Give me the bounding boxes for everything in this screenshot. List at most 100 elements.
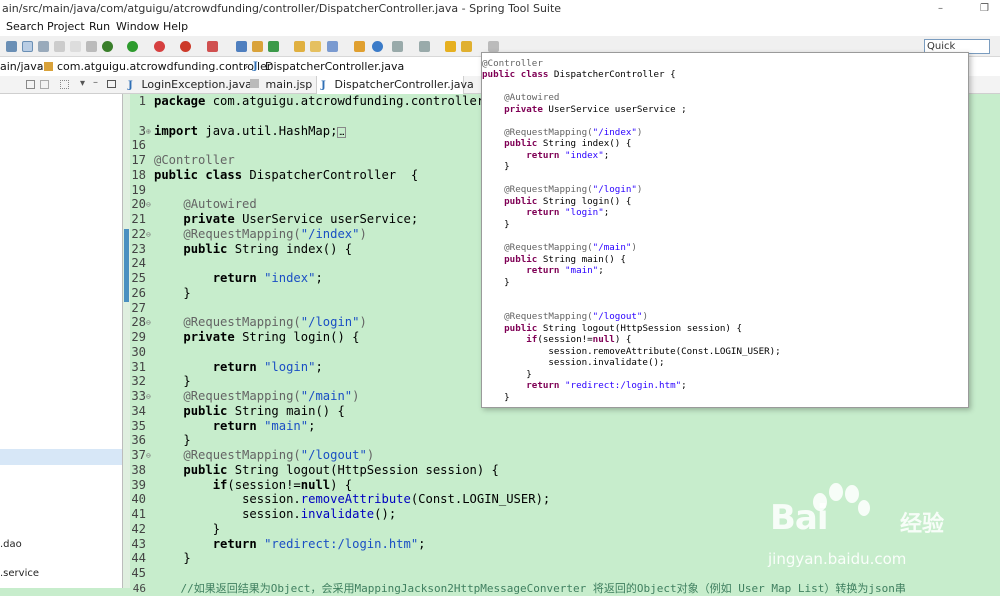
code-line: 24 [130,256,154,271]
breadcrumb-package[interactable]: com.atguigu.atcrowdfunding.controller [57,57,271,76]
minimize-button[interactable]: – [938,0,943,18]
run-icon[interactable] [127,41,138,52]
popup-line: } [504,277,510,288]
line-number: 18 [131,168,146,182]
code-line: 45 [130,566,154,581]
menu-run[interactable]: Run [89,18,110,36]
code-line: 39 if(session!=null) { [131,478,353,492]
line-number: 27 [131,301,146,315]
view-menu-icon[interactable] [60,80,69,89]
open-type-icon[interactable] [294,41,305,52]
java-file-icon: J [128,80,133,91]
search-icon[interactable] [327,41,338,52]
forward-arrow-icon[interactable] [488,41,499,52]
popup-line: if(session!=null) { [526,334,632,345]
restore-button[interactable]: ❐ [980,0,989,18]
jsp-file-icon [250,79,259,88]
globe-icon[interactable] [372,41,383,52]
pin-icon[interactable] [445,41,456,52]
code-line: 33 ⊖ @RequestMapping("/main") [131,389,360,403]
code-line: 30 [130,345,154,360]
code-line: 28 ⊖ @RequestMapping("/login") [131,315,367,329]
line-number: 20 [131,197,146,211]
line-number: 35 [131,419,146,433]
debug-icon[interactable] [102,41,113,52]
maximize-view-icon[interactable] [107,80,116,88]
code-line: 31 return "login"; [131,360,323,374]
editor-ruler [123,94,130,588]
tab-label: DispatcherController.java [334,78,474,91]
code-line: 29 private String login() { [131,330,360,344]
new-package-icon[interactable] [252,41,263,52]
popup-line: return "login"; [526,207,610,218]
mark-occurrences-icon[interactable] [22,41,33,52]
open-task-icon[interactable] [310,41,321,52]
menu-window[interactable]: Window [116,18,159,36]
code-line: 25 return "index"; [131,271,323,285]
hover-popup[interactable]: @Controller public class DispatcherContr… [481,52,969,408]
line-number: 24 [131,256,146,270]
menu-search[interactable]: Search [6,18,44,36]
watermark-brand: Bai [770,498,829,538]
external-tools-icon[interactable] [207,41,218,52]
change-marker [124,229,129,302]
line-number: 31 [131,360,146,374]
code-line: 16 [130,138,154,153]
new-class-icon[interactable] [268,41,279,52]
popup-line: public String main() { [504,254,626,265]
tab-login-exception[interactable]: J LoginException.java [126,76,252,94]
stop-icon[interactable] [180,41,191,52]
line-number: 17 [131,153,146,167]
popup-line: return "redirect:/login.htm"; [526,380,687,391]
code-line: 40 session.removeAttribute(Const.LOGIN_U… [131,492,551,506]
spring-tool-icon[interactable] [354,41,365,52]
tree-item-dao[interactable]: .dao [0,539,22,550]
menu-bar: Search Project Run Window Help [0,18,1000,36]
collapse-all-icon[interactable] [26,80,35,89]
code-line: 20 ⊖ @Autowired [131,197,257,211]
line-number: 33 [131,389,146,403]
popup-line: @RequestMapping("/login") [504,184,643,195]
show-whitespace-icon[interactable] [54,41,65,52]
code-line: 27 [130,301,154,316]
toggle-breadcrumb-icon[interactable] [6,41,17,52]
tab-label: LoginException.java [141,78,252,91]
tab-main-jsp[interactable]: main.jsp [250,76,312,94]
menu-project[interactable]: Project [47,18,85,36]
code-line: 23 public String index() { [131,242,353,256]
back-arrow-icon[interactable] [461,41,472,52]
code-line: 38 public String logout(HttpSession sess… [131,463,499,477]
last-edit-icon[interactable] [419,41,430,52]
line-number: 38 [131,463,146,477]
skip-breakpoints-icon[interactable] [86,41,97,52]
code-line: 32 } [131,374,191,388]
line-number: 25 [131,271,146,285]
selected-tree-row[interactable] [0,449,122,465]
line-number: 30 [131,345,146,359]
breadcrumb-file[interactable]: DispatcherController.java [265,57,404,76]
paragraph-icon[interactable] [70,41,81,52]
link-editor-icon[interactable] [40,80,49,89]
code-line: 19 [130,183,154,198]
package-icon [44,62,53,71]
chevron-down-icon[interactable]: ▾ [80,78,85,89]
line-number: 44 [131,551,146,565]
line-number: 3 [138,124,146,138]
annotation-nav-icon[interactable] [392,41,403,52]
popup-line: public String index() { [504,138,632,149]
tree-item-service[interactable]: .service [0,568,39,579]
code-line: 41 session.invalidate(); [131,507,397,521]
tab-dispatcher-controller[interactable]: J DispatcherController.java [316,76,474,94]
popup-line: public String login() { [504,196,632,207]
line-number: 22 [131,227,146,241]
line-number: 32 [131,374,146,388]
popup-line: return "index"; [526,150,610,161]
run-last-tool-icon[interactable] [154,41,165,52]
code-line: 44 } [131,551,191,565]
line-number: 19 [131,183,146,197]
block-selection-icon[interactable] [38,41,49,52]
menu-help[interactable]: Help [163,18,188,36]
new-server-icon[interactable] [236,41,247,52]
minimize-view-icon[interactable]: – [93,77,98,88]
popup-line: session.invalidate(); [548,357,665,368]
